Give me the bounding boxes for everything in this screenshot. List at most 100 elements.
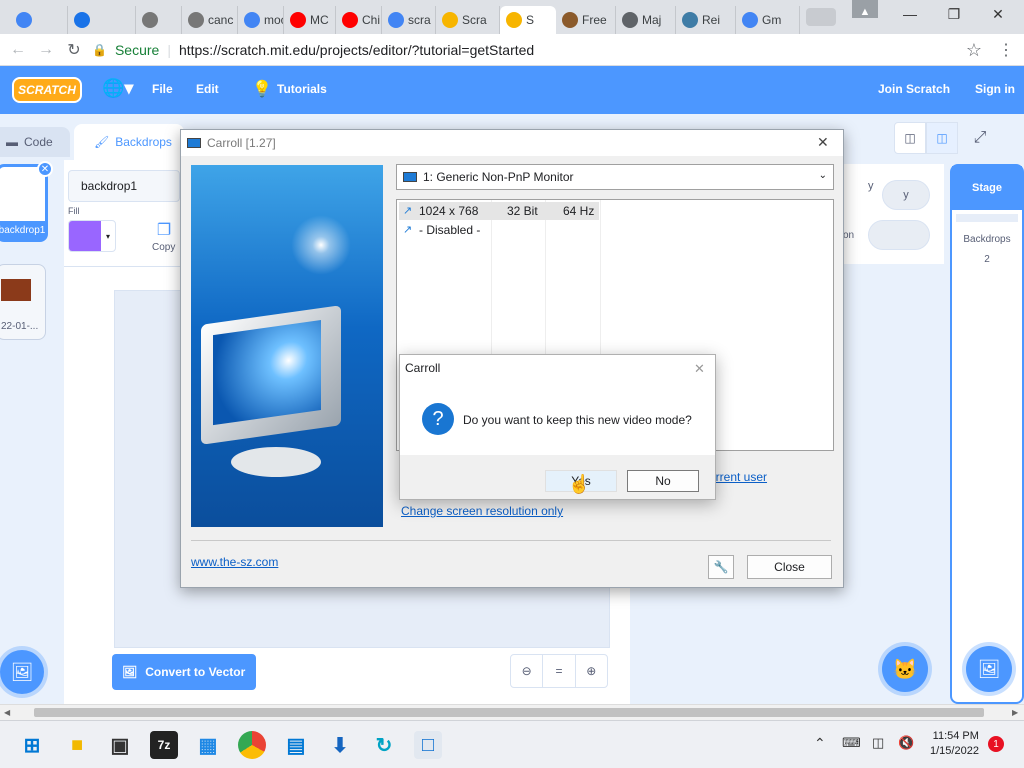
website-link[interactable]: www.the-sz.com bbox=[191, 555, 278, 569]
browser-tab[interactable]: Chi bbox=[336, 6, 382, 34]
delete-backdrop-icon[interactable]: ✕ bbox=[37, 161, 53, 177]
confirm-close-icon[interactable]: ✕ bbox=[694, 361, 705, 377]
change-resolution-link[interactable]: Change screen resolution only bbox=[401, 504, 563, 518]
file-menu[interactable]: File bbox=[152, 82, 173, 96]
display-icon[interactable]: ◫ bbox=[872, 735, 884, 751]
zoom-out-icon[interactable]: ⊖ bbox=[511, 655, 544, 687]
tab-backdrops[interactable]: 🖌 Backdrops bbox=[74, 124, 184, 160]
file-icon bbox=[188, 12, 204, 28]
app-icon[interactable]: ↻ bbox=[370, 731, 398, 759]
fullscreen-icon[interactable]: ⤢ bbox=[964, 122, 996, 154]
bookmark-star-icon[interactable]: ☆ bbox=[964, 40, 984, 60]
browser-tab[interactable]: scra bbox=[382, 6, 436, 34]
y-label: y bbox=[868, 180, 874, 192]
browser-tab[interactable] bbox=[136, 6, 182, 34]
fill-color-picker[interactable]: ▾ bbox=[68, 220, 116, 252]
monitor-select[interactable]: 1: Generic Non-PnP Monitor ⌄ bbox=[396, 164, 834, 190]
backdrop-thumb-2[interactable]: 22-01-... bbox=[0, 264, 46, 340]
browser-tab[interactable] bbox=[68, 6, 136, 34]
control-panel-icon[interactable]: ▦ bbox=[194, 731, 222, 759]
light-flare bbox=[291, 215, 351, 275]
scratch-logo[interactable]: SCRATCH bbox=[12, 77, 82, 103]
video-mode-row[interactable]: ↗ - Disabled - bbox=[399, 221, 599, 239]
add-stage-backdrop-button[interactable]: 🖼 bbox=[966, 646, 1012, 692]
browser-tab[interactable]: Rei bbox=[676, 6, 736, 34]
notepad-icon[interactable]: ▤ bbox=[282, 731, 310, 759]
costume-name-input[interactable]: backdrop1 bbox=[68, 170, 180, 202]
convert-to-vector-button[interactable]: 🖼 Convert to Vector bbox=[112, 654, 256, 690]
backdrop-label-1: backdrop1 bbox=[0, 221, 45, 239]
settings-wrench-icon[interactable]: 🔧 bbox=[708, 555, 734, 579]
store-icon[interactable]: ▣ bbox=[106, 731, 134, 759]
restore-button[interactable]: ❐ bbox=[932, 0, 976, 28]
browser-tab[interactable]: Scra bbox=[436, 6, 500, 34]
keyboard-icon[interactable]: ⌨ bbox=[842, 735, 861, 751]
small-stage-icon[interactable]: ◫ bbox=[894, 122, 926, 154]
browser-tab[interactable]: Gm bbox=[736, 6, 800, 34]
new-tab-button[interactable] bbox=[806, 8, 836, 26]
profile-icon[interactable]: ▲ bbox=[852, 0, 878, 18]
sign-in-link[interactable]: Sign in bbox=[975, 82, 1015, 96]
reload-icon[interactable]: ↻ bbox=[64, 40, 84, 60]
browser-tab[interactable] bbox=[10, 6, 68, 34]
join-scratch-link[interactable]: Join Scratch bbox=[878, 82, 950, 96]
browser-tab[interactable]: Free bbox=[556, 6, 616, 34]
browser-tab[interactable]: Maj bbox=[616, 6, 676, 34]
carroll-icon[interactable]: □ bbox=[414, 731, 442, 759]
browser-tab[interactable]: S bbox=[500, 6, 556, 34]
horizontal-scrollbar[interactable]: ◀ ▶ bbox=[0, 704, 1024, 720]
address-bar: ← → ↻ 🔒 Secure | https://scratch.mit.edu… bbox=[0, 34, 1024, 66]
current-user-link[interactable]: urrent user bbox=[709, 470, 767, 484]
carroll-close-icon[interactable]: ✕ bbox=[817, 134, 829, 151]
browser-tab[interactable]: canc bbox=[182, 6, 238, 34]
backdrop-thumb-1[interactable]: backdrop1 ✕ bbox=[0, 161, 53, 242]
scroll-thumb[interactable] bbox=[34, 708, 984, 717]
confirm-message: Do you want to keep this new video mode? bbox=[463, 413, 692, 427]
confirm-button-bar: Yes No bbox=[400, 455, 715, 499]
url-text[interactable]: https://scratch.mit.edu/projects/editor/… bbox=[179, 42, 534, 58]
zoom-in-icon[interactable]: ⊕ bbox=[576, 655, 607, 687]
file-explorer-icon[interactable]: ■ bbox=[63, 731, 91, 759]
download-icon[interactable]: ⬇ bbox=[326, 731, 354, 759]
globe-icon bbox=[622, 12, 638, 28]
menu-kebab-icon[interactable]: ⋮ bbox=[996, 40, 1016, 60]
browser-tab[interactable]: MC bbox=[284, 6, 336, 34]
volume-muted-icon[interactable]: 🔇 bbox=[898, 735, 914, 751]
minimize-button[interactable]: — bbox=[888, 0, 932, 28]
add-backdrop-button[interactable]: 🖼 bbox=[0, 650, 44, 694]
start-icon[interactable]: ⊞ bbox=[18, 731, 46, 759]
y-input[interactable]: y bbox=[882, 180, 930, 210]
close-window-button[interactable]: ✕ bbox=[976, 0, 1020, 28]
tutorials-menu[interactable]: Tutorials bbox=[277, 82, 327, 96]
large-stage-icon[interactable]: ◫ bbox=[926, 122, 958, 154]
language-globe-icon[interactable]: 🌐▾ bbox=[102, 78, 133, 99]
stage-panel[interactable]: Stage Backdrops 2 bbox=[950, 164, 1024, 704]
chrome-icon[interactable] bbox=[238, 731, 266, 759]
back-icon[interactable]: ← bbox=[8, 40, 28, 60]
add-sprite-button[interactable]: 🐱 bbox=[882, 646, 928, 692]
direction-input[interactable] bbox=[868, 220, 930, 250]
resolution-icon: ↗ bbox=[403, 205, 413, 217]
zoom-reset-button[interactable]: = bbox=[543, 655, 576, 687]
tab-code[interactable]: ▬ Code bbox=[0, 127, 70, 157]
notification-badge[interactable]: 1 bbox=[988, 736, 1004, 752]
carroll-title: Carroll [1.27] bbox=[207, 136, 276, 150]
chevron-up-icon[interactable]: ⌃ bbox=[814, 735, 826, 752]
edit-menu[interactable]: Edit bbox=[196, 82, 219, 96]
no-button[interactable]: No bbox=[627, 470, 699, 492]
7zip-icon[interactable]: 7z bbox=[150, 731, 178, 759]
backdrop-image bbox=[1, 279, 31, 301]
scroll-right-icon[interactable]: ▶ bbox=[1012, 708, 1018, 717]
scroll-left-icon[interactable]: ◀ bbox=[4, 708, 10, 717]
close-button[interactable]: Close bbox=[747, 555, 832, 579]
monitor-bezel bbox=[201, 305, 341, 445]
forward-icon[interactable]: → bbox=[36, 40, 56, 60]
code-icon: ▬ bbox=[6, 135, 18, 149]
browser-tab[interactable]: moc bbox=[238, 6, 284, 34]
copy-icon[interactable]: ❐ bbox=[152, 220, 176, 240]
tab-label: Scra bbox=[462, 13, 487, 27]
omnibox[interactable]: 🔒 Secure | https://scratch.mit.edu/proje… bbox=[92, 38, 992, 62]
video-mode-row[interactable]: ↗ 1024 x 768 32 Bit 64 Hz bbox=[399, 202, 599, 220]
resolution-icon: ↗ bbox=[403, 224, 413, 236]
clock[interactable]: 11:54 PM 1/15/2022 bbox=[930, 729, 979, 759]
